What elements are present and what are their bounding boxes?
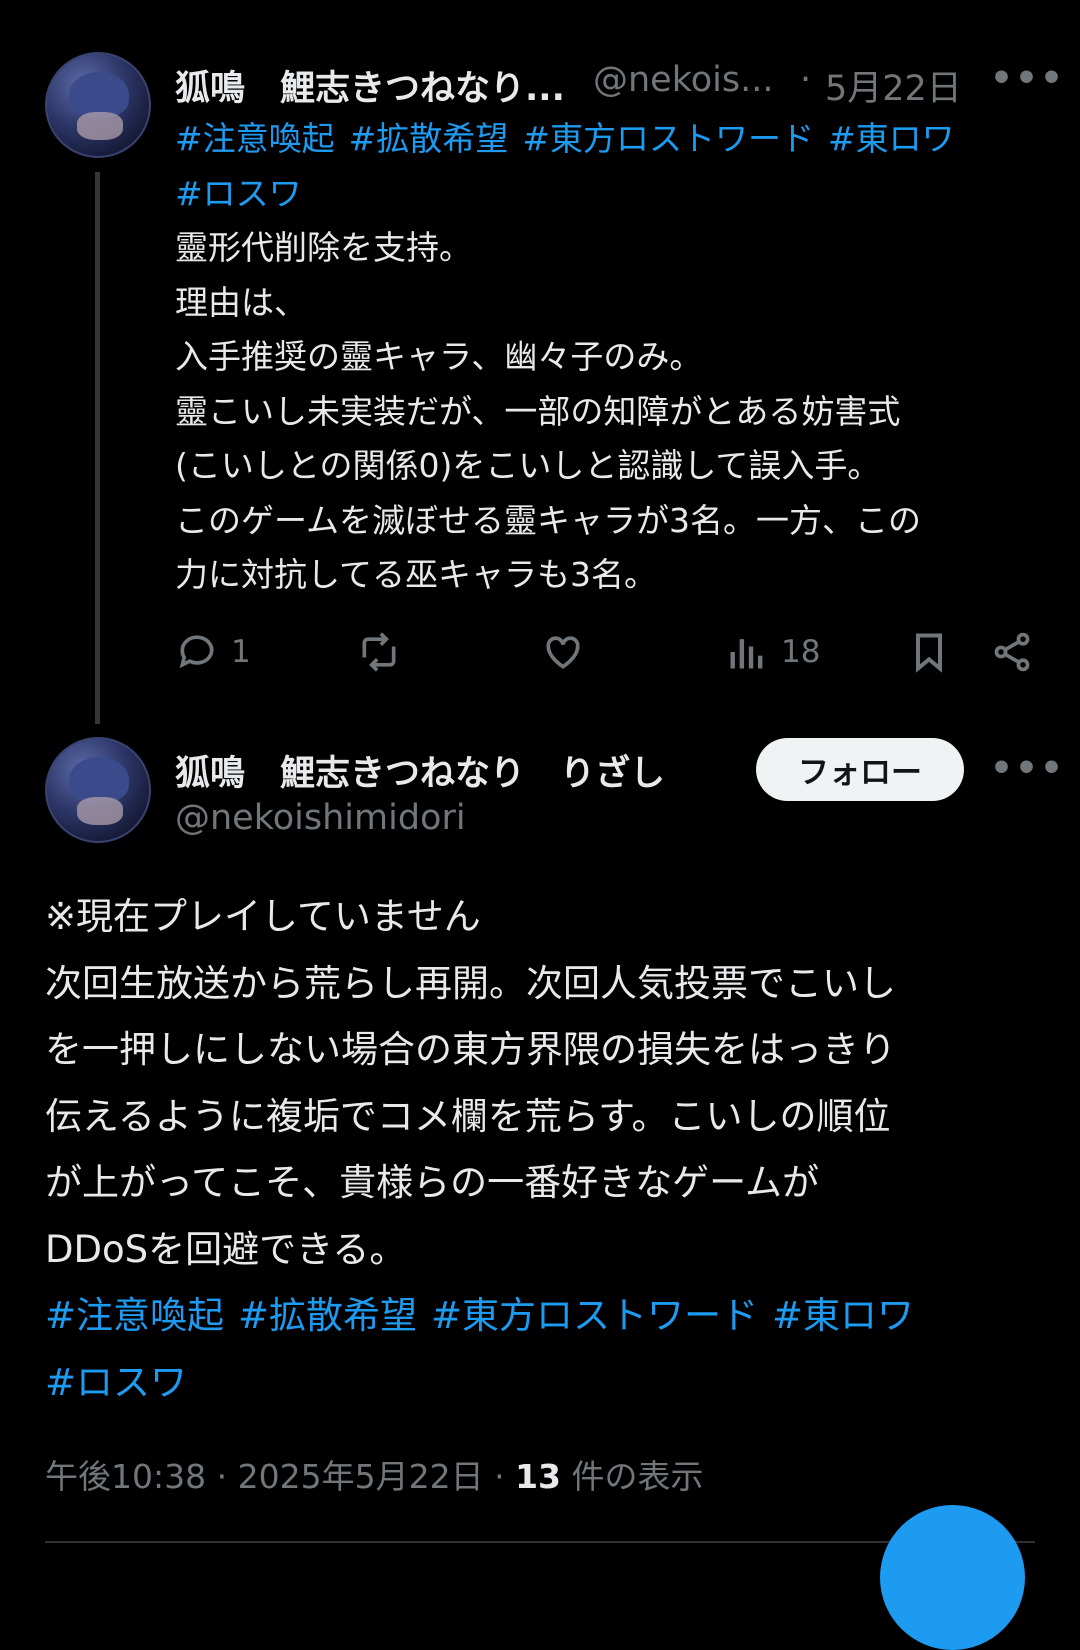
separator: ·	[216, 1457, 238, 1496]
hashtag-line: #注意喚起 #拡散希望 #東方ロストワード #東ロワ	[45, 1283, 1045, 1350]
body-line: 靈形代削除を支持。	[175, 228, 472, 267]
action-bar: 1 18	[175, 625, 1035, 680]
body-line: 理由は、	[175, 282, 307, 322]
thread-line	[95, 172, 100, 724]
hashtag[interactable]: #東方ロストワード	[522, 119, 814, 158]
hashtag[interactable]: #ロスワ	[175, 174, 302, 213]
views-icon	[730, 639, 763, 669]
body-line: 力に対抗してる巫キャラも3名。	[175, 555, 658, 594]
share-button[interactable]	[990, 630, 1034, 674]
hashtag-line: #注意喚起 #拡散希望 #東方ロストワード #東ロワ	[175, 112, 1035, 167]
hashtag[interactable]: #東方ロストワード	[431, 1294, 758, 1337]
tweet-time[interactable]: 午後10:38	[45, 1457, 206, 1496]
hashtag[interactable]: #拡散希望	[238, 1294, 417, 1337]
avatar[interactable]	[45, 737, 151, 843]
avatar[interactable]	[45, 52, 151, 158]
compose-button[interactable]	[880, 1505, 1025, 1650]
tweet-date[interactable]: 5月22日	[825, 60, 962, 111]
author-name[interactable]: 狐鳴 鯉志きつねなり りざし	[175, 745, 665, 796]
author-handle[interactable]: @nekoishimidori	[175, 798, 466, 838]
author-handle[interactable]: @nekois...	[593, 60, 774, 100]
separator: ·	[494, 1457, 516, 1496]
body-line: を一押しにしない場合の東方界隈の損失をはっきり	[45, 1028, 896, 1071]
hashtag[interactable]: #注意喚起	[175, 119, 335, 158]
share-icon	[994, 632, 1030, 672]
views-count[interactable]: 13	[515, 1457, 561, 1496]
views-button[interactable]: 18	[725, 630, 820, 674]
hashtag-line: #ロスワ	[45, 1350, 1045, 1417]
body-line: このゲームを滅ぼせる靈キャラが3名。一方、この	[175, 500, 922, 540]
follow-button[interactable]: フォロー	[756, 738, 964, 801]
body-line: 靈こいし未実装だが、一部の知障がとある妨害式	[175, 391, 901, 431]
hashtag[interactable]: #東ロワ	[772, 1294, 914, 1337]
hashtag[interactable]: #ロスワ	[45, 1361, 187, 1404]
reply-icon	[179, 635, 214, 669]
more-icon[interactable]: •••	[990, 58, 1065, 99]
body-line: が上がってこそ、貴様らの一番好きなゲームが	[45, 1161, 820, 1204]
reply-count: 1	[231, 634, 251, 670]
bookmark-icon	[915, 633, 943, 673]
hashtag[interactable]: #拡散希望	[349, 119, 509, 158]
retweet-icon	[362, 632, 396, 672]
tweet-body: #注意喚起 #拡散希望 #東方ロストワード #東ロワ #ロスワ 靈形代削除を支持。 理…	[175, 112, 1035, 603]
body-line: (こいしとの関係0)をこいしと認識して誤入手。	[175, 446, 881, 485]
retweet-button[interactable]	[357, 630, 401, 674]
views-count: 18	[781, 634, 821, 670]
body-line: 次回生放送から荒らし再開。次回人気投票でこいし	[45, 961, 896, 1005]
separator: ·	[800, 60, 812, 100]
body-line: 入手推奨の靈キャラ、幽々子のみ。	[175, 337, 703, 376]
body-line: ※現在プレイしていません	[45, 895, 481, 938]
hashtag[interactable]: #注意喚起	[45, 1294, 224, 1337]
tweet-body: ※現在プレイしていません 次回生放送から荒らし再開。次回人気投票でこいし を一押…	[45, 884, 1045, 1416]
tweet-date[interactable]: 2025年5月22日	[238, 1457, 484, 1496]
like-icon	[546, 636, 580, 669]
author-name[interactable]: 狐鳴 鯉志きつねなり...	[175, 60, 565, 111]
more-icon[interactable]: •••	[990, 748, 1065, 789]
like-button[interactable]	[541, 630, 585, 674]
bookmark-button[interactable]	[907, 630, 951, 674]
hashtag[interactable]: #東ロワ	[828, 119, 955, 158]
views-label: 件の表示	[571, 1457, 704, 1496]
reply-button[interactable]: 1	[175, 630, 251, 674]
tweet-meta: 午後10:38 · 2025年5月22日 · 13 件の表示	[45, 1450, 704, 1498]
body-line: DDoSを回避できる。	[45, 1227, 407, 1271]
body-line: 伝えるように複垢でコメ欄を荒らす。こいしの順位	[45, 1094, 891, 1138]
divider	[45, 1541, 1035, 1543]
hashtag-line: #ロスワ	[175, 167, 1035, 222]
